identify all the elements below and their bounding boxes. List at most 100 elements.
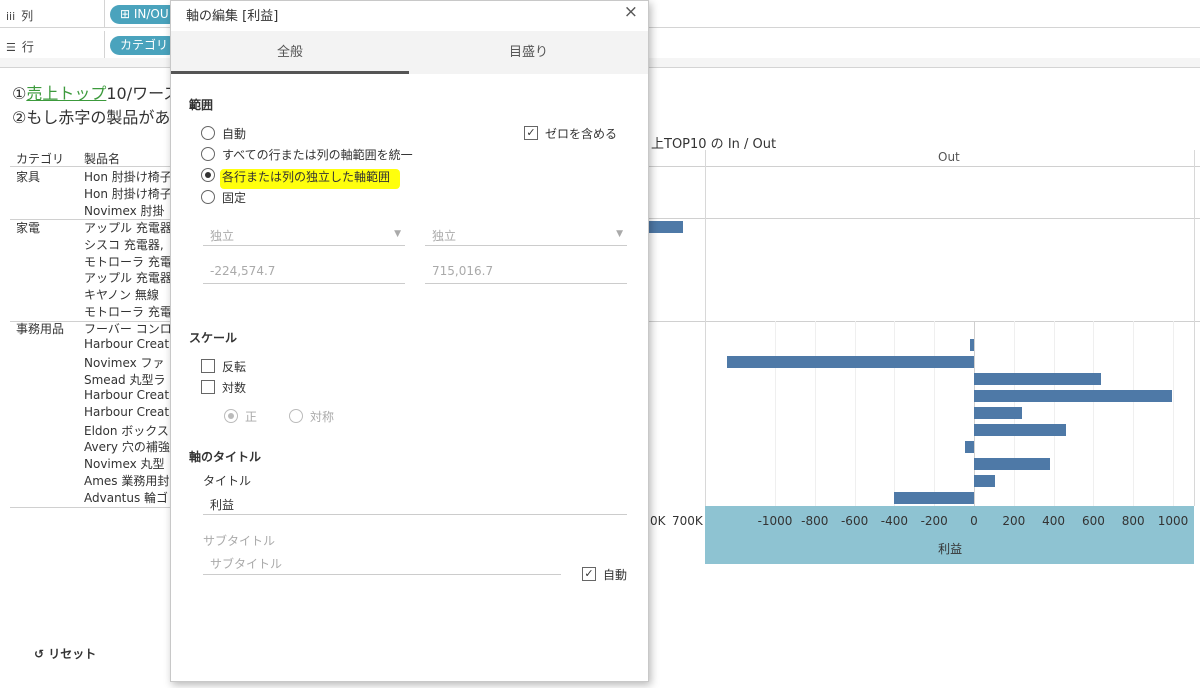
gridline: [1053, 321, 1055, 506]
scale-heading: スケール: [189, 331, 238, 345]
rows-icon: ☰: [6, 41, 16, 54]
table-row: Eldon ボックス: [84, 423, 169, 438]
positive-radio[interactable]: [224, 409, 238, 423]
reset-button[interactable]: ↺ リセット: [34, 645, 96, 662]
x-tick-label: 400: [1042, 514, 1066, 528]
profit-bar[interactable]: [727, 356, 974, 368]
close-icon[interactable]: ×: [624, 2, 638, 22]
rows-pill-category[interactable]: カテゴリ: [110, 36, 179, 55]
range-independent-label: 各行または列の独立した軸範囲: [222, 170, 391, 184]
range-auto-label: 自動: [222, 127, 247, 141]
table-row: Harbour Creat: [84, 404, 170, 419]
title-input[interactable]: 利益: [203, 493, 627, 515]
profit-bar[interactable]: [974, 390, 1172, 402]
category-label: 事務用品: [16, 322, 65, 337]
columns-pill-in-out[interactable]: ⊞ IN/OU: [110, 5, 179, 24]
profit-bar[interactable]: [894, 492, 974, 504]
x-tick-label: -200: [920, 514, 948, 528]
x-tick-label: -800: [801, 514, 829, 528]
range-min-value: -224,574.7: [210, 264, 276, 278]
range-fixed-radio[interactable]: [201, 190, 215, 204]
range-auto-radio[interactable]: [201, 126, 215, 140]
table-row: Hon 肘掛け椅子: [84, 170, 172, 184]
left-axis-tick: 700K: [672, 514, 703, 528]
subtitle-label: サブタイトル: [203, 534, 276, 548]
table-row: Harbour Creat: [84, 387, 170, 402]
profit-bar[interactable]: [974, 424, 1066, 436]
title-label: タイトル: [203, 474, 252, 488]
pane-divider-vertical: [705, 150, 706, 506]
gridline: [775, 321, 776, 506]
category-label: 家電: [16, 220, 41, 235]
group-divider: [10, 506, 170, 508]
gridline: [854, 321, 856, 506]
title-input-value: 利益: [210, 498, 235, 512]
table-row: Advantus 輪ゴ: [84, 491, 169, 506]
gridline: [894, 321, 896, 506]
subtitle-input[interactable]: サブタイトル: [203, 553, 561, 575]
table-row: Novimex ファ: [84, 355, 165, 370]
pane-divider-furniture: [649, 218, 1200, 219]
dialog-tabbar: 全般 目盛り: [171, 31, 648, 74]
table-row: フーバー コンロ: [84, 322, 172, 337]
symmetric-label: 対称: [310, 410, 335, 424]
range-dropdown-max[interactable]: 独立 ▼: [425, 224, 627, 246]
range-max-field[interactable]: 715,016.7: [425, 262, 627, 284]
dialog-title: 軸の編集 [利益]: [186, 9, 279, 24]
worksheet-title-line1: ①売上トップ10/ワース: [12, 84, 180, 103]
edit-axis-dialog: 軸の編集 [利益] × 全般 目盛り: [170, 0, 649, 682]
out-column-label: Out: [938, 150, 960, 164]
x-tick-label: -1000: [757, 514, 793, 528]
range-dropdown-min[interactable]: 独立 ▼: [203, 224, 405, 246]
range-independent-radio[interactable]: [201, 168, 215, 182]
pane-divider-electronics: [649, 321, 1200, 322]
range-max-value: 715,016.7: [432, 264, 494, 278]
gridline: [934, 321, 936, 506]
symmetric-radio[interactable]: [289, 409, 303, 423]
table-row: Novimex 肘掛: [84, 203, 165, 218]
profit-bar[interactable]: [974, 475, 995, 487]
table-row: アップル 充電器: [84, 271, 172, 286]
logarithmic-checkbox[interactable]: [201, 380, 215, 394]
reverse-checkbox[interactable]: [201, 359, 215, 373]
include-zero-checkbox[interactable]: ✓: [524, 126, 538, 140]
pane-header-line: [649, 166, 1200, 167]
include-zero-label: ゼロを含める: [545, 127, 618, 141]
worksheet-title-line2: ②もし赤字の製品がある: [12, 108, 187, 127]
reverse-label: 反転: [222, 360, 247, 374]
chevron-down-icon: ▼: [616, 229, 623, 239]
pane-right-edge: [1194, 150, 1195, 506]
range-uniform-radio[interactable]: [201, 147, 215, 161]
x-tick-label: 200: [1002, 514, 1026, 528]
header-category: カテゴリ: [16, 152, 65, 166]
category-label: 家具: [16, 170, 41, 184]
left-axis-tick: 0K: [650, 514, 666, 528]
columns-icon: iii: [6, 10, 16, 23]
table-row: キヤノン 無線: [84, 288, 159, 303]
reset-icon: ↺: [34, 647, 45, 661]
positive-label: 正: [245, 410, 258, 424]
profit-bar[interactable]: [974, 373, 1102, 385]
gridline: [1173, 321, 1174, 506]
x-axis-title: 利益: [938, 542, 963, 556]
subtitle-auto-label: 自動: [603, 568, 628, 582]
profit-bar[interactable]: [965, 441, 974, 453]
reset-label: リセット: [48, 647, 97, 661]
gridline: [1093, 321, 1095, 506]
profit-bar[interactable]: [974, 407, 1022, 419]
table-row: アップル 充電器: [84, 220, 172, 235]
gridline: [1133, 321, 1135, 506]
subtitle-auto-checkbox[interactable]: ✓: [582, 567, 596, 581]
tab-general[interactable]: 全般: [171, 31, 409, 74]
x-tick-label: 0: [970, 514, 978, 528]
axis-title-heading: 軸のタイトル: [189, 450, 262, 464]
profit-bar[interactable]: [970, 339, 974, 351]
rows-shelf-label: ☰ 行: [6, 40, 34, 54]
in-bar-electronics: [649, 221, 683, 233]
x-tick-label: 1000: [1157, 514, 1189, 528]
tab-tick-marks[interactable]: 目盛り: [409, 31, 648, 74]
range-min-field[interactable]: -224,574.7: [203, 262, 405, 284]
dropdown-min-value: 独立: [210, 229, 235, 243]
profit-bar[interactable]: [974, 458, 1050, 470]
header-product: 製品名: [84, 152, 121, 166]
